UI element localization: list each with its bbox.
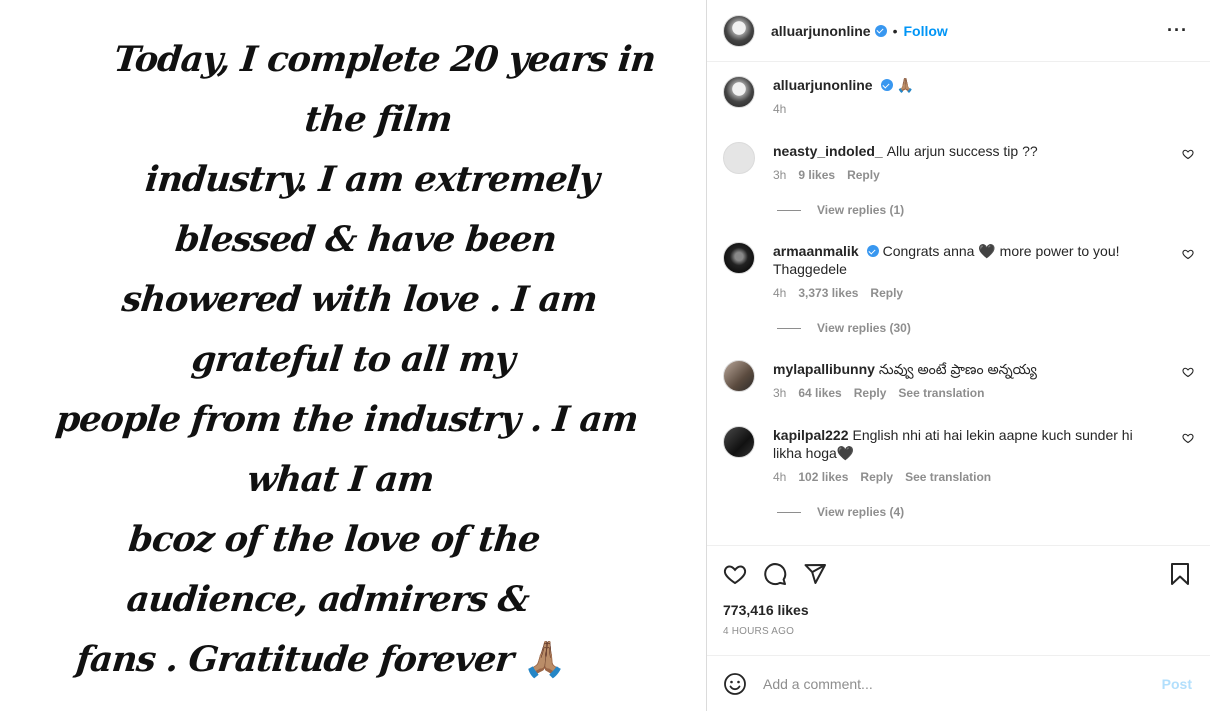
verified-badge-icon — [866, 245, 879, 257]
replies-divider — [777, 511, 801, 513]
folded-hands-emoji: 🙏🏽 — [521, 638, 569, 680]
like-comment-heart-icon[interactable] — [1182, 366, 1194, 378]
caption: alluarjunonline 🙏🏽 4h — [723, 76, 1194, 118]
add-comment-input[interactable] — [763, 675, 1162, 692]
avatar[interactable] — [723, 142, 755, 174]
like-comment-heart-icon[interactable] — [1182, 148, 1194, 160]
comment-bubble-icon[interactable] — [763, 562, 787, 586]
replies-divider — [777, 327, 801, 329]
avatar[interactable] — [723, 360, 755, 392]
replies-divider — [777, 209, 801, 211]
comment-likes[interactable]: 102 likes — [798, 470, 848, 484]
comment-time[interactable]: 4h — [773, 286, 786, 300]
image-text-line: industry. I am extremely blessed & have … — [143, 158, 601, 260]
post-timestamp[interactable]: 4 HOURS AGO — [707, 626, 1210, 658]
comment-likes[interactable]: 9 likes — [798, 168, 835, 182]
verified-badge-icon — [880, 79, 893, 91]
avatar[interactable] — [723, 242, 755, 274]
like-heart-icon[interactable] — [723, 562, 747, 586]
view-replies-label[interactable]: View replies (4) — [817, 505, 904, 519]
comment-text: నువ్వు అంటే ప్రాణం అన్నయ్య — [878, 361, 1037, 377]
see-translation-button[interactable]: See translation — [905, 470, 991, 484]
image-text-line: showered with love . I am grateful to al… — [119, 278, 599, 380]
separator-dot: • — [892, 22, 898, 39]
comment-body: mylapallibunny నువ్వు అంటే ప్రాణం అన్నయ్య… — [773, 360, 1194, 402]
comment-time[interactable]: 3h — [773, 386, 786, 400]
view-replies-label[interactable]: View replies (1) — [817, 203, 904, 217]
image-text-line: fans . Gratitude forever 🙏🏽 — [18, 630, 624, 690]
view-replies-button[interactable]: View replies (1) — [777, 203, 904, 217]
comment-time[interactable]: 3h — [773, 168, 786, 182]
image-text-line: Today, I complete 20 years in the film — [111, 38, 658, 140]
comment-username[interactable]: armaanmalik — [773, 243, 859, 259]
follow-button[interactable]: Follow — [903, 23, 947, 39]
post-sidebar: alluarjunonline • Follow ··· alluarjunon… — [707, 0, 1210, 711]
post-image-text: Today, I complete 20 years in the film i… — [18, 30, 687, 690]
list-item: kapilpal222 English nhi ati hai lekin aap… — [723, 426, 1194, 486]
emoji-smiley-icon[interactable] — [723, 672, 747, 696]
list-item: armaanmalik Congrats anna 🖤 more power to… — [723, 242, 1194, 302]
comment-time[interactable]: 4h — [773, 470, 786, 484]
action-bar — [707, 546, 1210, 602]
comments-list[interactable]: alluarjunonline 🙏🏽 4h neasty_indoled_ All… — [707, 62, 1210, 546]
comment-username[interactable]: neasty_indoled_ — [773, 143, 883, 159]
list-item: mylapallibunny నువ్వు అంటే ప్రాణం అన్నయ్య… — [723, 360, 1194, 402]
post-image[interactable]: Today, I complete 20 years in the film i… — [0, 0, 707, 711]
post-comment-button[interactable]: Post — [1162, 676, 1192, 692]
like-comment-heart-icon[interactable] — [1182, 248, 1194, 260]
header-username[interactable]: alluarjunonline — [771, 23, 871, 39]
reply-button[interactable]: Reply — [847, 168, 880, 182]
save-bookmark-icon[interactable] — [1170, 562, 1190, 586]
avatar[interactable] — [723, 426, 755, 458]
comment-username[interactable]: mylapallibunny — [773, 361, 875, 377]
view-replies-button[interactable]: View replies (30) — [777, 321, 911, 335]
like-comment-heart-icon[interactable] — [1182, 432, 1194, 444]
share-paper-plane-icon[interactable] — [803, 562, 827, 586]
avatar[interactable] — [723, 14, 755, 47]
comment-body: neasty_indoled_ Allu arjun success tip ??… — [773, 142, 1194, 184]
reply-button[interactable]: Reply — [870, 286, 903, 300]
likes-count[interactable]: 773,416 likes — [707, 602, 1210, 624]
avatar[interactable] — [723, 76, 755, 108]
reply-button[interactable]: Reply — [854, 386, 887, 400]
comment-body: kapilpal222 English nhi ati hai lekin aap… — [773, 426, 1194, 486]
list-item: neasty_indoled_ Allu arjun success tip ??… — [723, 142, 1194, 184]
comment-likes[interactable]: 64 likes — [798, 386, 841, 400]
caption-time[interactable]: 4h — [773, 102, 786, 116]
see-translation-button[interactable]: See translation — [898, 386, 984, 400]
comment-text: Allu arjun success tip ?? — [886, 143, 1038, 159]
view-replies-button[interactable]: View replies (4) — [777, 505, 904, 519]
image-text-line: bcoz of the love of the audience, admire… — [124, 518, 542, 620]
comment-body: armaanmalik Congrats anna 🖤 more power to… — [773, 242, 1194, 302]
post-header: alluarjunonline • Follow ··· — [707, 0, 1210, 62]
caption-text: 🙏🏽 — [896, 77, 914, 93]
more-options-icon[interactable]: ··· — [1167, 20, 1188, 41]
add-comment-bar: Post — [707, 655, 1210, 711]
image-text-line: people from the industry . I am what I a… — [53, 398, 640, 500]
verified-badge-icon — [874, 24, 887, 37]
caption-body: alluarjunonline 🙏🏽 4h — [773, 76, 1194, 118]
comment-likes[interactable]: 3,373 likes — [798, 286, 858, 300]
caption-username[interactable]: alluarjunonline — [773, 77, 873, 93]
view-replies-label[interactable]: View replies (30) — [817, 321, 911, 335]
reply-button[interactable]: Reply — [860, 470, 893, 484]
comment-username[interactable]: kapilpal222 — [773, 427, 849, 443]
post-modal: Today, I complete 20 years in the film i… — [0, 0, 1210, 711]
